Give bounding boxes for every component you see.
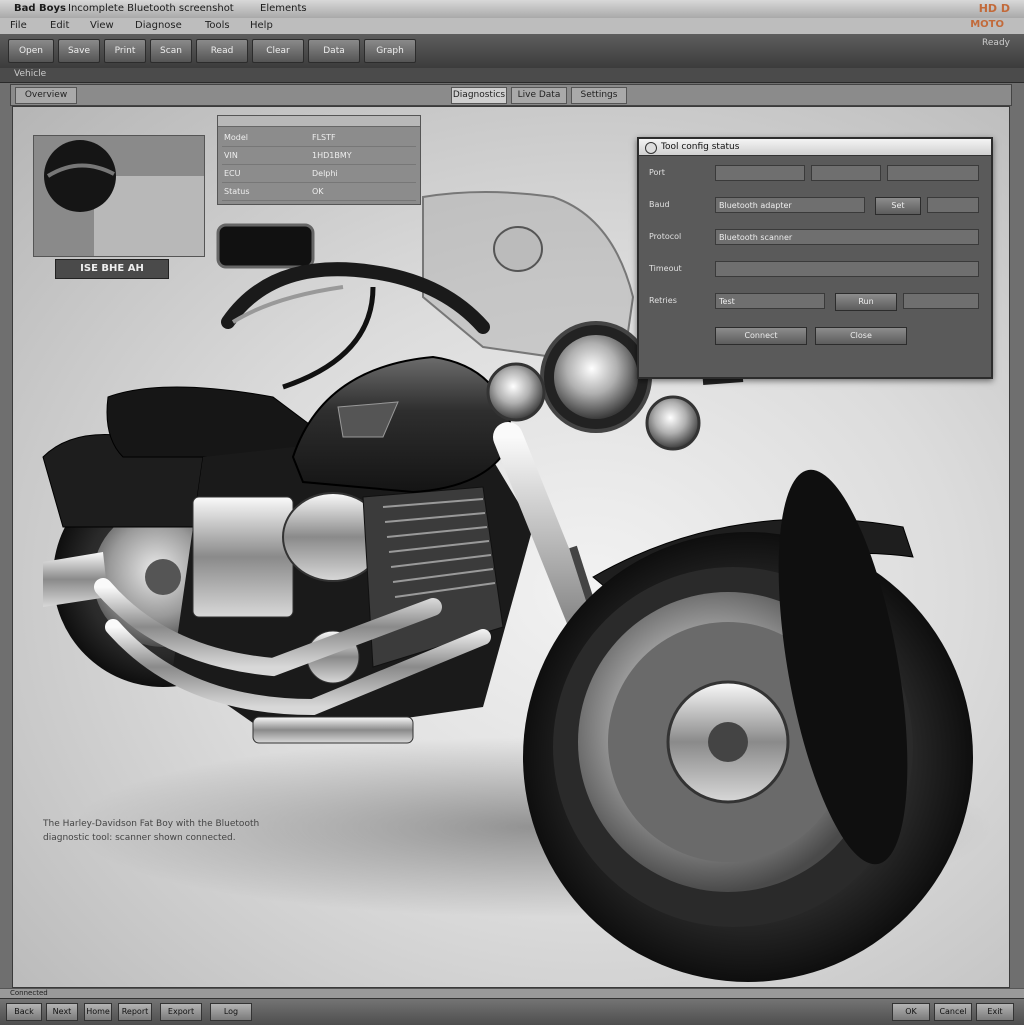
info-row-value: OK xyxy=(312,187,324,196)
log-button[interactable]: Log xyxy=(210,1003,252,1021)
tab-overview[interactable]: Overview xyxy=(15,87,77,104)
thumbnail-helmet-icon xyxy=(34,136,204,256)
brand-label: HD D xyxy=(978,2,1010,15)
menu-view[interactable]: View xyxy=(90,20,114,31)
home-button[interactable]: Home xyxy=(84,1003,112,1021)
dialog-connect-button[interactable]: Connect xyxy=(715,327,807,345)
config-dialog: Tool config status Port Baud Bluetooth a… xyxy=(637,137,993,379)
dialog-baud-extra[interactable] xyxy=(927,197,979,213)
thumbnail-image[interactable] xyxy=(33,135,205,257)
dialog-row-label: Baud xyxy=(649,200,670,209)
toolbar: Open Save Print Scan Read Clear Data Gra… xyxy=(0,34,1024,69)
menu-file[interactable]: File xyxy=(10,20,27,31)
toolbar-clear-button[interactable]: Clear xyxy=(252,39,304,63)
window-title: Bad Boys xyxy=(14,3,66,14)
dialog-title-bar[interactable]: Tool config status xyxy=(639,139,991,156)
dialog-protocol-field[interactable]: Bluetooth scanner xyxy=(715,229,979,245)
info-row-value: FLSTF xyxy=(312,133,336,142)
title-bar: Bad Boys Incomplete Bluetooth screenshot… xyxy=(0,0,1024,19)
caption-line-1: The Harley-Davidson Fat Boy with the Blu… xyxy=(43,819,260,829)
sub-bar-label: Vehicle xyxy=(14,69,47,79)
info-panel: Model FLSTF VIN 1HD1BMY ECU Delphi Statu… xyxy=(217,115,421,205)
dialog-app-icon xyxy=(645,142,657,154)
tab-diagnostics[interactable]: Diagnostics xyxy=(451,87,507,104)
dialog-row-label: Port xyxy=(649,168,665,177)
tab-settings[interactable]: Settings xyxy=(571,87,627,104)
dialog-port-field-3[interactable] xyxy=(887,165,979,181)
info-row: VIN 1HD1BMY xyxy=(222,148,416,165)
info-row-label: VIN xyxy=(224,151,238,160)
cancel-button[interactable]: Cancel xyxy=(934,1003,972,1021)
info-row: Model FLSTF xyxy=(222,130,416,147)
dialog-baud-field[interactable]: Bluetooth adapter xyxy=(715,197,865,213)
menu-tools[interactable]: Tools xyxy=(205,20,230,31)
sub-bar: Vehicle xyxy=(0,68,1024,83)
info-row-label: Status xyxy=(224,187,250,196)
dialog-timeout-field[interactable] xyxy=(715,261,979,277)
dialog-row: Retries Test Run xyxy=(645,291,985,313)
dialog-retries-field[interactable]: Test xyxy=(715,293,825,309)
dialog-row-label: Protocol xyxy=(649,232,682,241)
window-title-detail: Incomplete Bluetooth screenshot xyxy=(68,3,234,14)
info-row-label: Model xyxy=(224,133,249,142)
tab-live-data[interactable]: Live Data xyxy=(511,87,567,104)
toolbar-save-button[interactable]: Save xyxy=(58,39,100,63)
menu-edit[interactable]: Edit xyxy=(50,20,69,31)
toolbar-read-button[interactable]: Read xyxy=(196,39,248,63)
menu-diagnose[interactable]: Diagnose xyxy=(135,20,182,31)
toolbar-scan-button[interactable]: Scan xyxy=(150,39,192,63)
exit-button[interactable]: Exit xyxy=(976,1003,1014,1021)
info-row-value: 1HD1BMY xyxy=(312,151,352,160)
dialog-row-label: Timeout xyxy=(649,264,682,273)
toolbar-graph-button[interactable]: Graph xyxy=(364,39,416,63)
dialog-row: Baud Bluetooth adapter Set xyxy=(645,195,985,217)
next-button[interactable]: Next xyxy=(46,1003,78,1021)
dialog-row: Timeout xyxy=(645,259,985,281)
menu-bar: File Edit View Diagnose Tools Help MOTO xyxy=(0,18,1024,35)
dialog-row-label: Retries xyxy=(649,296,677,305)
dialog-title: Tool config status xyxy=(661,142,740,152)
thumbnail-label: ISE BHE AH xyxy=(55,259,169,279)
dialog-row: Port xyxy=(645,163,985,185)
caption-line-2: diagnostic tool: scanner shown connected… xyxy=(43,833,236,843)
dialog-row: Protocol Bluetooth scanner xyxy=(645,227,985,249)
info-panel-header xyxy=(218,116,420,127)
menu-help[interactable]: Help xyxy=(250,20,273,31)
tab-bar: Overview Diagnostics Live Data Settings xyxy=(10,84,1012,106)
ok-button[interactable]: OK xyxy=(892,1003,930,1021)
main-canvas: ISE BHE AH Model FLSTF VIN 1HD1BMY ECU D… xyxy=(12,106,1010,988)
menu-right-label: MOTO xyxy=(970,19,1004,30)
dialog-port-field-2[interactable] xyxy=(811,165,881,181)
toolbar-print-button[interactable]: Print xyxy=(104,39,146,63)
info-row: ECU Delphi xyxy=(222,166,416,183)
dialog-close-button[interactable]: Close xyxy=(815,327,907,345)
caption-text: The Harley-Davidson Fat Boy with the Blu… xyxy=(43,817,373,845)
bottom-button-bar: Back Next Home Report Export Log OK Canc… xyxy=(0,998,1024,1025)
status-text: Connected xyxy=(10,989,48,997)
info-row: Status OK xyxy=(222,184,416,201)
toolbar-status: Ready xyxy=(982,38,1010,48)
dialog-retries-extra[interactable] xyxy=(903,293,979,309)
toolbar-data-button[interactable]: Data xyxy=(308,39,360,63)
info-row-value: Delphi xyxy=(312,169,338,178)
back-button[interactable]: Back xyxy=(6,1003,42,1021)
report-button[interactable]: Report xyxy=(118,1003,152,1021)
dialog-row: Connect Close xyxy=(645,325,985,347)
window-title-center: Elements xyxy=(260,3,307,14)
info-row-label: ECU xyxy=(224,169,241,178)
dialog-port-field[interactable] xyxy=(715,165,805,181)
dialog-set-button[interactable]: Set xyxy=(875,197,921,215)
dialog-run-button[interactable]: Run xyxy=(835,293,897,311)
export-button[interactable]: Export xyxy=(160,1003,202,1021)
toolbar-open-button[interactable]: Open xyxy=(8,39,54,63)
